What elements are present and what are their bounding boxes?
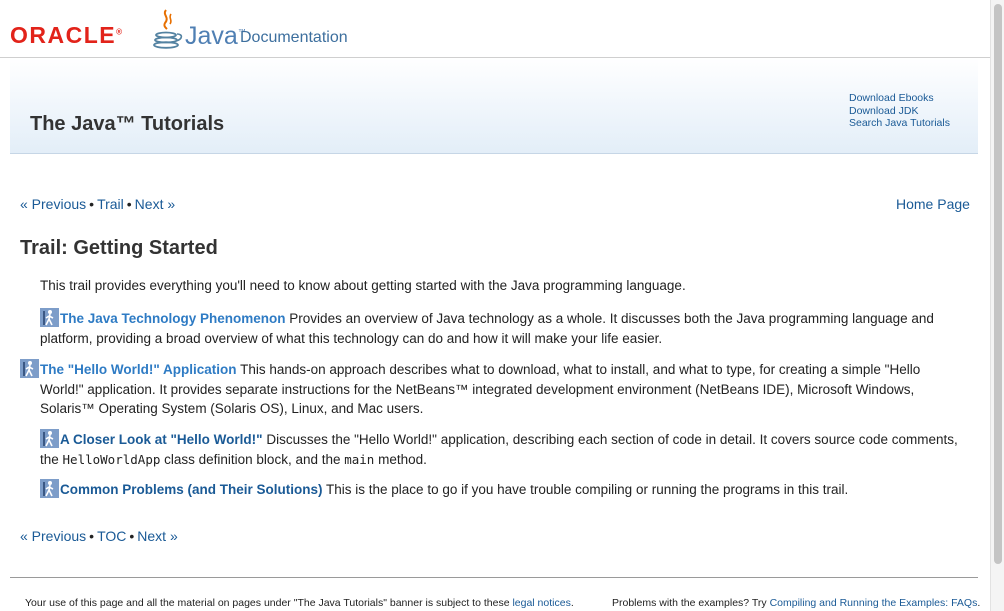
lesson-item: The "Hello World!" Application This hand… [20, 359, 965, 419]
nav-separator: • [89, 196, 95, 212]
trail-hiker-icon[interactable] [40, 479, 59, 498]
oracle-logo[interactable]: ORACLE® [10, 22, 122, 49]
footer-divider [10, 577, 978, 578]
scrollbar-thumb[interactable] [994, 4, 1002, 564]
java-logo[interactable]: Java™ [185, 22, 246, 51]
trail-hiker-icon[interactable] [40, 308, 59, 327]
lesson-item: A Closer Look at "Hello World!" Discusse… [40, 429, 965, 469]
next-link[interactable]: Next » [135, 196, 175, 212]
lesson-description: This is the place to go if you have trou… [322, 482, 849, 497]
faq-link[interactable]: Compiling and Running the Examples: FAQs [770, 597, 978, 609]
footer-problems-text: Problems with the examples? Try [612, 597, 770, 609]
footer-legal: Your use of this page and all the materi… [25, 597, 574, 609]
site-header: ORACLE® Java™ Documentation [0, 0, 990, 58]
home-page-link[interactable]: Home Page [896, 196, 970, 212]
banner-title: The Java™ Tutorials [30, 113, 225, 135]
footer-period: . [977, 597, 981, 609]
footer-problems: Problems with the examples? Try Compilin… [612, 597, 980, 609]
next-link[interactable]: Next » [137, 528, 177, 544]
footer-period: . [570, 597, 574, 609]
previous-link[interactable]: « Previous [20, 196, 86, 212]
search-java-tutorials-link[interactable]: Search Java Tutorials [849, 117, 950, 130]
nav-separator: • [126, 196, 132, 212]
legal-notices-link[interactable]: legal notices [512, 597, 570, 609]
code-method-name: main [344, 451, 375, 467]
toc-link[interactable]: TOC [97, 528, 126, 544]
trail-hiker-icon[interactable] [20, 359, 39, 378]
page-title: Trail: Getting Started [20, 237, 218, 259]
download-jdk-link[interactable]: Download JDK [849, 105, 950, 118]
nav-separator: • [89, 528, 95, 544]
download-ebooks-link[interactable]: Download Ebooks [849, 92, 950, 105]
top-navigation: « Previous • Trail • Next » [20, 196, 175, 212]
java-cup-icon [153, 9, 183, 49]
code-class-name: HelloWorldApp [62, 451, 161, 467]
trail-hiker-icon[interactable] [40, 429, 59, 448]
bottom-navigation: « Previous • TOC • Next » [20, 528, 178, 544]
lesson-title-link[interactable]: The Java Technology Phenomenon [60, 311, 286, 326]
trail-intro: This trail provides everything you'll ne… [40, 278, 686, 293]
lesson-description: method. [374, 451, 427, 467]
lesson-title-link[interactable]: A Closer Look at "Hello World!" [60, 432, 263, 447]
oracle-logo-text: ORACLE [10, 22, 117, 48]
lesson-title-link[interactable]: The "Hello World!" Application [40, 362, 237, 377]
lesson-item: The Java Technology Phenomenon Provides … [40, 308, 965, 348]
lesson-item: Common Problems (and Their Solutions) Th… [40, 479, 965, 500]
lesson-description: class definition block, and the [160, 451, 345, 467]
previous-link[interactable]: « Previous [20, 528, 86, 544]
trail-link[interactable]: Trail [97, 196, 124, 212]
lesson-title-link[interactable]: Common Problems (and Their Solutions) [60, 482, 323, 497]
footer-legal-text: Your use of this page and all the materi… [25, 597, 513, 609]
vertical-scrollbar[interactable] [990, 0, 1004, 611]
documentation-label[interactable]: Documentation [240, 29, 348, 47]
nav-separator: • [129, 528, 135, 544]
java-logo-text: Java [185, 22, 238, 50]
banner-links: Download Ebooks Download JDK Search Java… [849, 92, 950, 130]
tutorial-banner: The Java™ Tutorials Download Ebooks Down… [10, 58, 978, 154]
